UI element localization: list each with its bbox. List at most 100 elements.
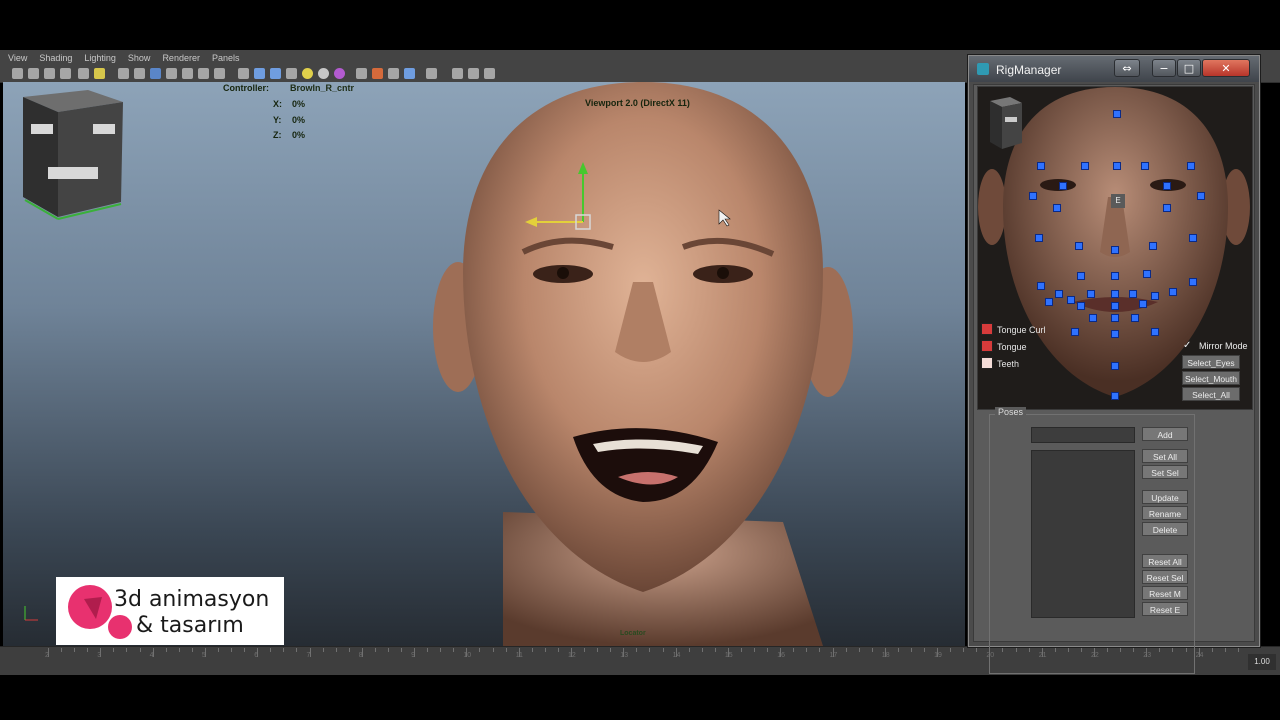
face-control-point[interactable] [1045, 298, 1053, 306]
face-control-point[interactable] [1067, 296, 1075, 304]
reset-all-button[interactable]: Reset All [1142, 554, 1188, 568]
close-icon[interactable]: ✕ [1202, 59, 1250, 77]
menu-show[interactable]: Show [128, 53, 151, 63]
face-control-point[interactable] [1187, 162, 1195, 170]
face-control-point[interactable] [1111, 392, 1119, 400]
text-icon[interactable] [214, 68, 225, 79]
select-camera-icon[interactable] [12, 68, 23, 79]
maximize-icon[interactable]: □ [1177, 59, 1201, 77]
material-sphere-icon[interactable] [334, 68, 345, 79]
face-control-point[interactable] [1037, 282, 1045, 290]
current-time-field[interactable]: 1.00 [1248, 654, 1276, 670]
face-control-point[interactable] [1111, 314, 1119, 322]
tongue-swatch[interactable] [981, 340, 993, 352]
face-control-point[interactable] [1029, 192, 1037, 200]
rename-button[interactable]: Rename [1142, 506, 1188, 520]
add-button[interactable]: Add [1142, 427, 1188, 441]
cube-blue-icon[interactable] [254, 68, 265, 79]
face-control-point[interactable] [1189, 278, 1197, 286]
menu-panels[interactable]: Panels [212, 53, 240, 63]
face-control-point[interactable] [1077, 302, 1085, 310]
light-sphere-icon[interactable] [302, 68, 313, 79]
view-cube-icon[interactable] [23, 90, 123, 220]
set-sel-button[interactable]: Set Sel [1142, 465, 1188, 479]
viewport[interactable]: Viewport 2.0 (DirectX 11) Controller: Br… [3, 82, 965, 646]
face-control-point[interactable] [1111, 246, 1119, 254]
share-icon[interactable] [484, 68, 495, 79]
face-control-point[interactable] [1081, 162, 1089, 170]
reset-e-button[interactable]: Reset E [1142, 602, 1188, 616]
delete-button[interactable]: Delete [1142, 522, 1188, 536]
cube-shaded-icon[interactable] [270, 68, 281, 79]
isolate-icon[interactable] [426, 68, 437, 79]
face-control-point[interactable] [1163, 204, 1171, 212]
motion-blur-icon[interactable] [372, 68, 383, 79]
poses-list[interactable] [1031, 450, 1135, 618]
xray-icon[interactable] [198, 68, 209, 79]
menu-view[interactable]: View [8, 53, 27, 63]
face-control-point[interactable] [1111, 290, 1119, 298]
menu-shading[interactable]: Shading [39, 53, 72, 63]
select-mouth-button[interactable]: Select_Mouth [1182, 371, 1240, 385]
face-control-point[interactable] [1111, 362, 1119, 370]
checker-icon[interactable] [286, 68, 297, 79]
pose-name-input[interactable] [1031, 427, 1135, 443]
smooth-shade-icon[interactable] [134, 68, 145, 79]
image-plane-icon[interactable] [60, 68, 71, 79]
face-control-point[interactable] [1151, 292, 1159, 300]
set-all-button[interactable]: Set All [1142, 449, 1188, 463]
lock-camera-icon[interactable] [28, 68, 39, 79]
bookmark-icon[interactable] [44, 68, 55, 79]
film-gate-icon[interactable] [94, 68, 105, 79]
face-control-point[interactable] [1151, 328, 1159, 336]
menu-renderer[interactable]: Renderer [162, 53, 200, 63]
tongue-curl-swatch[interactable] [981, 323, 993, 335]
eye-marker[interactable]: E [1111, 194, 1125, 208]
resize-icon[interactable]: ⇔ [1114, 59, 1140, 77]
face-control-point[interactable] [1089, 314, 1097, 322]
face-control-point[interactable] [1035, 234, 1043, 242]
sphere-icon[interactable] [318, 68, 329, 79]
depth-icon[interactable] [404, 68, 415, 79]
menu-lighting[interactable]: Lighting [84, 53, 116, 63]
face-control-point[interactable] [1197, 192, 1205, 200]
face-control-point[interactable] [1111, 302, 1119, 310]
reset-sel-button[interactable]: Reset Sel [1142, 570, 1188, 584]
minimize-icon[interactable]: − [1152, 59, 1176, 77]
face-control-point[interactable] [1055, 290, 1063, 298]
face-control-point[interactable] [1075, 242, 1083, 250]
rig-manager-titlebar[interactable]: RigManager ⇔ − □ ✕ [969, 56, 1259, 82]
face-control-point[interactable] [1113, 162, 1121, 170]
face-control-point[interactable] [1113, 110, 1121, 118]
select-eyes-button[interactable]: Select_Eyes [1182, 355, 1240, 369]
textured-icon[interactable] [150, 68, 161, 79]
face-control-point[interactable] [1037, 162, 1045, 170]
face-control-point[interactable] [1149, 242, 1157, 250]
face-control-point[interactable] [1169, 288, 1177, 296]
face-control-point[interactable] [1129, 290, 1137, 298]
face-control-point[interactable] [1111, 272, 1119, 280]
mirror-mode-checkbox[interactable]: ✓ [1183, 340, 1191, 351]
select-all-button[interactable]: Select_All [1182, 387, 1240, 401]
face-control-point[interactable] [1087, 290, 1095, 298]
antialias-icon[interactable] [388, 68, 399, 79]
face-control-point[interactable] [1059, 182, 1067, 190]
teeth-swatch[interactable] [981, 357, 993, 369]
face-control-point[interactable] [1071, 328, 1079, 336]
reset-m-button[interactable]: Reset M [1142, 586, 1188, 600]
face-control-point[interactable] [1143, 270, 1151, 278]
face-control-point[interactable] [1053, 204, 1061, 212]
grid-icon[interactable] [78, 68, 89, 79]
face-control-point[interactable] [1131, 314, 1139, 322]
face-control-point[interactable] [1111, 330, 1119, 338]
frame-all-icon[interactable] [452, 68, 463, 79]
cube-icon[interactable] [238, 68, 249, 79]
lights-icon[interactable] [166, 68, 177, 79]
face-control-point[interactable] [1141, 162, 1149, 170]
update-button[interactable]: Update [1142, 490, 1188, 504]
shadows-icon[interactable] [182, 68, 193, 79]
face-control-point[interactable] [1077, 272, 1085, 280]
frame-selected-icon[interactable] [468, 68, 479, 79]
wireframe-icon[interactable] [118, 68, 129, 79]
ambient-occlusion-icon[interactable] [356, 68, 367, 79]
